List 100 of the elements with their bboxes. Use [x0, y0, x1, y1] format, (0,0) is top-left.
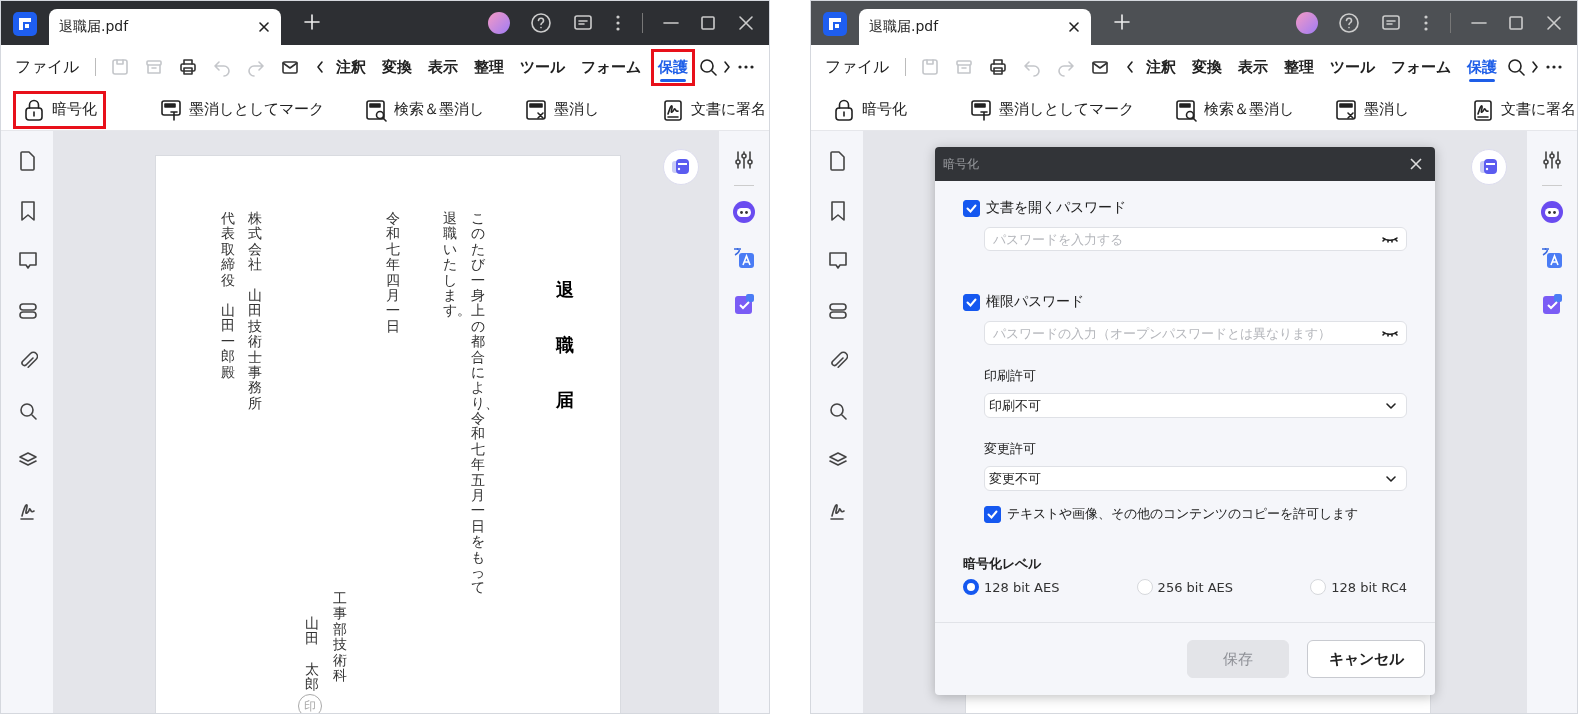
ribbon-tab[interactable]: 整理 — [1278, 49, 1320, 85]
close-icon — [257, 20, 271, 34]
ribbon-tab[interactable]: 変換 — [376, 49, 418, 85]
mark-redact-icon — [969, 97, 993, 122]
lock-icon — [22, 97, 46, 122]
document-text: 株式会社 — [248, 211, 263, 275]
radio-option[interactable]: 128 bit RC4 — [1310, 579, 1407, 595]
document-text: 山田一郎殿 — [221, 303, 236, 382]
document-title: 退職届 — [556, 278, 575, 412]
toolbar-button[interactable]: 文書に署名 — [652, 90, 769, 129]
minimize-icon — [1471, 21, 1487, 25]
app-logo-icon[interactable] — [823, 12, 847, 36]
ribbon-tab[interactable]: 表示 — [1232, 49, 1274, 85]
chevron-right-icon — [1529, 59, 1541, 75]
password-field[interactable]: パスワードの入力（オープンパスワードとは異なります） — [984, 321, 1407, 345]
print-icon — [988, 57, 1008, 77]
save-icon — [110, 57, 130, 77]
password-field[interactable]: パスワードを入力する — [984, 227, 1407, 251]
robot-icon[interactable] — [1540, 200, 1564, 224]
toolbar-button[interactable]: 墨消し — [1325, 90, 1418, 129]
plus-icon — [1113, 13, 1131, 31]
sliders-icon — [1541, 149, 1563, 171]
help-icon — [530, 12, 552, 34]
print-icon — [178, 57, 198, 77]
plus-icon — [303, 13, 321, 31]
toolbar-button[interactable]: 暗号化 — [13, 90, 106, 129]
document-text: 工事部技術科 — [333, 591, 348, 685]
checkmark-icon — [966, 297, 977, 307]
tab-title: 退職届.pdf — [59, 18, 129, 36]
search-redact-icon — [1174, 97, 1198, 122]
archive-icon — [144, 57, 164, 77]
toolbar-button[interactable]: 暗号化 — [823, 90, 916, 129]
checkbox-label: 権限パスワード — [986, 293, 1084, 311]
toolbar-button[interactable]: 検索＆墨消し — [1165, 90, 1303, 129]
ribbon-tab[interactable]: フォーム — [1385, 49, 1457, 85]
toolbar-button[interactable]: 検索＆墨消し — [355, 90, 493, 129]
minimize-icon — [663, 21, 679, 25]
document-text: 代表取締役 — [221, 211, 236, 290]
dialog-title: 暗号化 — [943, 155, 979, 173]
checkbox-label: テキストや画像、その他のコンテンツのコピーを許可します — [1007, 505, 1358, 523]
checklist-icon[interactable] — [1540, 292, 1564, 316]
ribbon-tab[interactable]: フォーム — [575, 49, 647, 85]
archive-icon — [954, 57, 974, 77]
toolbar-button[interactable]: 墨消し — [515, 90, 608, 129]
ai-assistant-button[interactable] — [663, 149, 699, 185]
mark-redact-icon — [159, 97, 183, 122]
checkbox[interactable] — [984, 505, 1001, 523]
document-tab[interactable]: 退職届.pdf — [49, 9, 281, 45]
avatar-icon[interactable] — [488, 12, 510, 34]
redact-icon — [524, 97, 548, 122]
file-menu[interactable]: ファイル — [13, 54, 81, 80]
chevron-right-icon — [721, 59, 733, 75]
search-redact-icon — [364, 97, 388, 122]
checkmark-icon — [987, 509, 998, 519]
checkbox[interactable] — [963, 199, 980, 217]
app-logo-icon[interactable] — [13, 12, 37, 36]
translate-icon[interactable] — [1540, 246, 1564, 270]
search-icon — [1507, 58, 1525, 76]
ribbon-tab[interactable]: ツール — [514, 49, 571, 85]
more-icon — [1422, 14, 1430, 32]
redact-icon — [1334, 97, 1358, 122]
section-heading: 暗号化レベル — [963, 555, 1042, 573]
signature-icon — [661, 97, 685, 122]
document-text: 令和七年四月一日 — [386, 211, 401, 336]
field-label: 印刷許可 — [984, 367, 1037, 385]
toolbar-button[interactable]: 墨消しとしてマーク — [150, 90, 333, 129]
more-icon — [614, 14, 622, 32]
document-tab[interactable]: 退職届.pdf — [859, 9, 1091, 45]
dropdown[interactable]: 変更不可 — [984, 466, 1407, 491]
ribbon-tab[interactable]: 保護 — [1461, 49, 1503, 85]
comment-icon — [16, 249, 38, 271]
radio-option[interactable]: 256 bit AES — [1136, 579, 1233, 595]
ribbon-tab[interactable]: 注釈 — [330, 49, 372, 85]
help-icon — [1338, 12, 1360, 34]
radio-option[interactable]: 128 bit AES — [963, 579, 1060, 595]
checkbox[interactable] — [963, 293, 980, 311]
toolbar-button[interactable]: 墨消しとしてマーク — [960, 90, 1143, 129]
ribbon-tab[interactable]: 変換 — [1186, 49, 1228, 85]
ribbon-tab[interactable]: 表示 — [422, 49, 464, 85]
comment-icon — [826, 249, 848, 271]
maximize-icon — [699, 14, 717, 32]
signature-icon — [1471, 97, 1495, 122]
close-button[interactable] — [1409, 157, 1423, 171]
checklist-icon[interactable] — [732, 292, 756, 316]
ribbon-tab[interactable]: 整理 — [468, 49, 510, 85]
document-text: 山田 — [305, 616, 320, 649]
save-icon — [920, 57, 940, 77]
toolbar-button[interactable]: 文書に署名 — [1462, 90, 1577, 129]
file-menu[interactable]: ファイル — [823, 54, 891, 80]
document-text: 山田技術士事務所 — [248, 288, 263, 413]
ribbon-tab[interactable]: ツール — [1324, 49, 1381, 85]
translate-icon[interactable] — [732, 246, 756, 270]
dropdown[interactable]: 印刷不可 — [984, 393, 1407, 418]
ribbon-tab[interactable]: 保護 — [651, 48, 695, 86]
ribbon-tab[interactable]: 注釈 — [1140, 49, 1182, 85]
robot-icon[interactable] — [732, 200, 756, 224]
dialog-button[interactable]: キャンセル — [1307, 640, 1425, 678]
avatar-icon[interactable] — [1296, 12, 1318, 34]
ai-assistant-button[interactable] — [1471, 149, 1507, 185]
field-label: 変更許可 — [984, 440, 1037, 458]
